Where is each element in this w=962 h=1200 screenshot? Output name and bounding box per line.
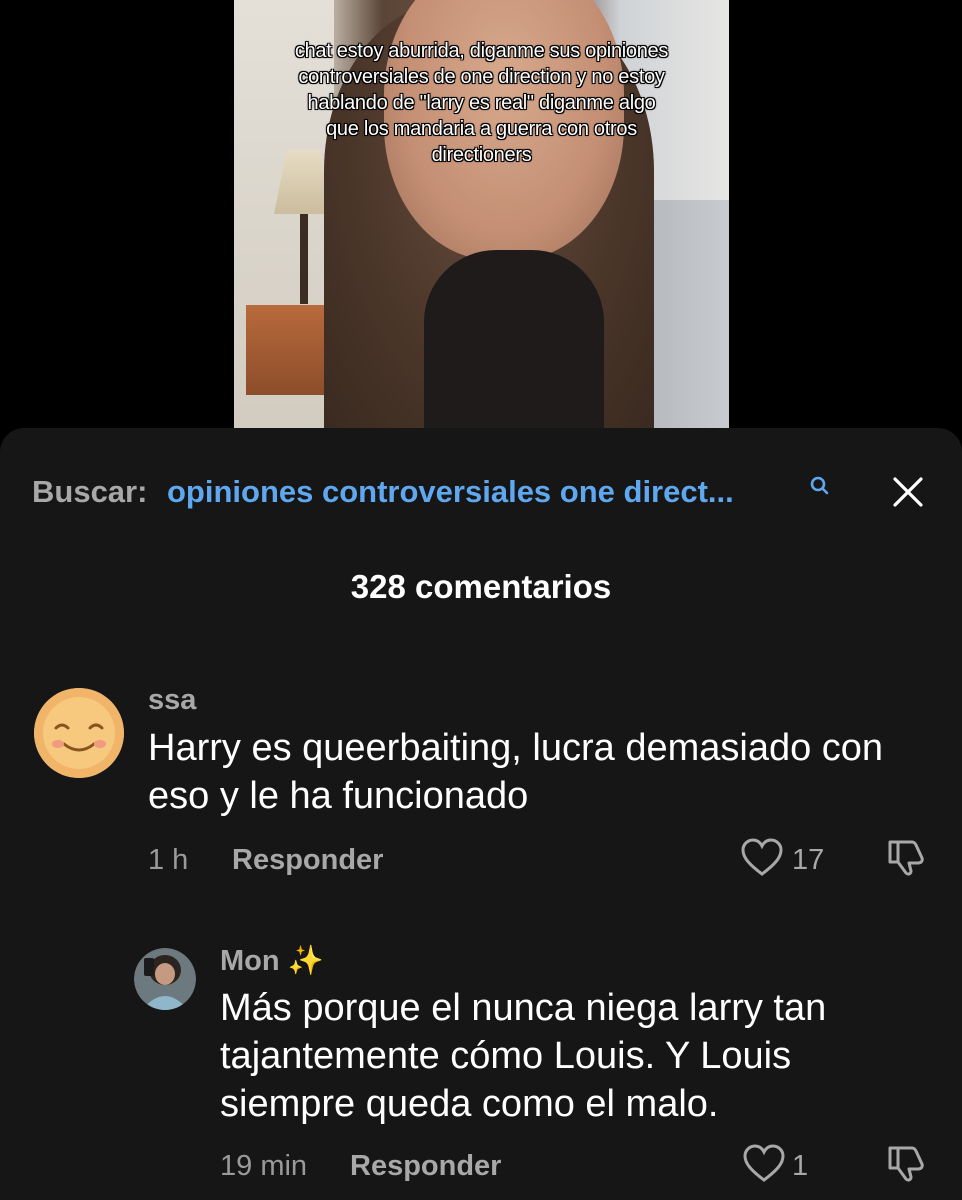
comment-text: Más porque el nunca niega larry tan taja… <box>220 987 827 1125</box>
video-thumbnail[interactable]: chat estoy aburrida, diganme sus opinion… <box>234 0 729 428</box>
video-area: chat estoy aburrida, diganme sus opinion… <box>0 0 962 428</box>
comment-timestamp: 19 min <box>220 1150 308 1182</box>
reply-button[interactable]: Responder <box>232 844 383 877</box>
avatar[interactable] <box>34 688 124 778</box>
comment-username[interactable]: ssa <box>148 684 196 717</box>
comment-timestamp: 1 h <box>148 844 189 876</box>
related-search-bar[interactable]: Buscar: opiniones controversiales one di… <box>32 472 932 512</box>
close-icon[interactable] <box>888 472 928 512</box>
like-count: 17 <box>792 844 825 876</box>
comment-item: ssa Harry es queerbaiting, lucra demasia… <box>0 678 962 878</box>
comment-text: Harry es queerbaiting, lucra demasiado c… <box>148 727 884 817</box>
search-icon[interactable] <box>808 474 832 498</box>
avatar[interactable] <box>134 948 196 1010</box>
smiling-emoji-icon <box>34 688 124 778</box>
heart-icon[interactable] <box>740 838 784 878</box>
comment-count: 328 comentarios <box>350 568 612 605</box>
user-photo-icon <box>134 948 196 1010</box>
like-count: 1 <box>792 1150 809 1182</box>
comment-reply-item: Mon ✨ Más porque el nunca niega larry ta… <box>0 940 962 1200</box>
comments-sheet: Buscar: opiniones controversiales one di… <box>0 428 962 1200</box>
search-prefix-label: Buscar: <box>32 474 148 509</box>
heart-icon[interactable] <box>742 1144 786 1184</box>
reply-button[interactable]: Responder <box>350 1150 501 1183</box>
person-shirt <box>424 250 604 428</box>
thumbs-down-icon[interactable] <box>884 834 928 878</box>
comment-username[interactable]: Mon ✨ <box>220 944 324 978</box>
lamp-base <box>300 214 308 304</box>
search-query-link[interactable]: opiniones controversiales one direct... <box>167 474 734 510</box>
thumbs-down-icon[interactable] <box>884 1140 928 1184</box>
video-caption: chat estoy aburrida, diganme sus opinion… <box>294 40 669 166</box>
nightstand <box>246 305 336 395</box>
